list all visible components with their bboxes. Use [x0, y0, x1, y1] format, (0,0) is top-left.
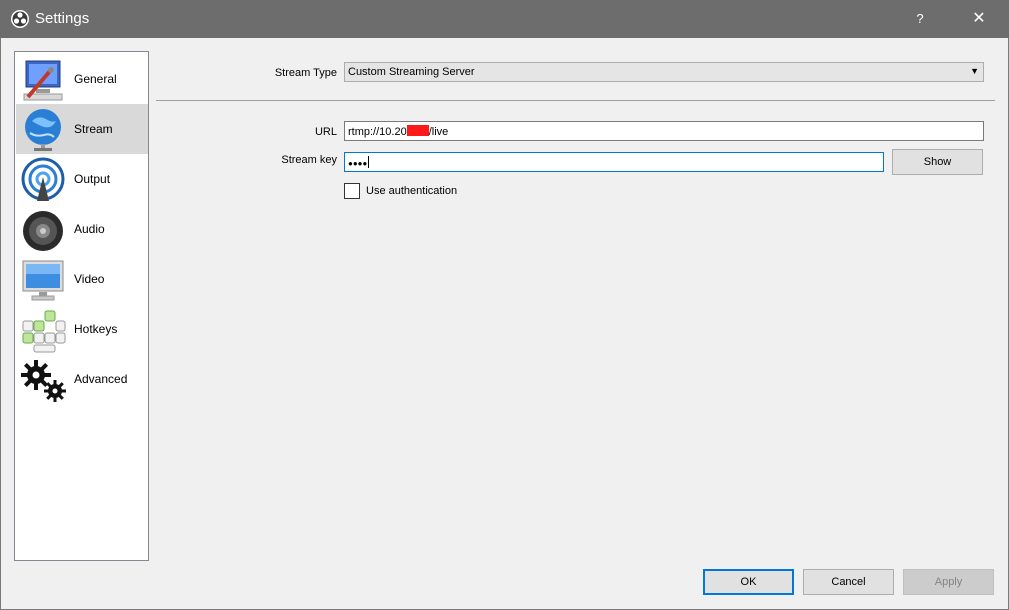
sidebar-item-video[interactable]: Video [16, 254, 148, 304]
section-divider [156, 100, 995, 101]
sidebar-item-label: Stream [74, 122, 113, 136]
sidebar-item-general[interactable]: General [16, 54, 148, 104]
gears-icon [21, 360, 66, 402]
stream-type-value: Custom Streaming Server [348, 66, 475, 78]
sidebar-item-audio[interactable]: Audio [16, 204, 148, 254]
sidebar-item-hotkeys[interactable]: Hotkeys [16, 304, 148, 354]
url-label: URL [314, 126, 337, 138]
url-value-prefix: rtmp://10.20 [348, 126, 407, 138]
stream-icon [25, 109, 61, 151]
stream-type-label: Stream Type [274, 67, 337, 79]
url-value-suffix: /live [428, 126, 449, 138]
obs-logo-icon [11, 10, 29, 28]
stream-key-label: Stream key [281, 154, 337, 166]
window-title: Settings [35, 10, 90, 27]
redaction-mark [406, 125, 429, 136]
sidebar-item-label: General [74, 72, 117, 86]
stream-key-input[interactable]: ●●●● [344, 152, 884, 172]
help-button[interactable]: ? [910, 10, 930, 28]
stream-key-value: ●●●● [348, 156, 370, 169]
output-icon [21, 157, 65, 201]
title-bar: Settings ? ✕ [0, 0, 1009, 38]
sidebar-item-label: Hotkeys [74, 322, 118, 336]
sidebar-item-label: Output [74, 172, 111, 186]
stream-type-dropdown[interactable]: Custom Streaming Server ▼ [344, 62, 984, 82]
general-icon [23, 60, 63, 101]
sidebar-item-output[interactable]: Output [16, 154, 148, 204]
use-authentication-label[interactable]: Use authentication [366, 185, 457, 197]
settings-sidebar: General Stream Output Audio Video Hotkey… [14, 51, 149, 561]
chevron-down-icon: ▼ [970, 66, 979, 76]
speaker-icon [23, 211, 63, 251]
url-input[interactable]: rtmp://10.20/live [344, 121, 984, 141]
monitor-icon [22, 260, 64, 301]
cancel-button[interactable]: Cancel [803, 569, 894, 595]
use-authentication-checkbox[interactable] [344, 183, 360, 199]
sidebar-item-stream[interactable]: Stream [16, 104, 148, 154]
ok-button[interactable]: OK [703, 569, 794, 595]
sidebar-item-advanced[interactable]: Advanced [16, 354, 148, 404]
keyboard-icon [22, 310, 66, 353]
sidebar-item-label: Audio [74, 222, 105, 236]
apply-button[interactable]: Apply [903, 569, 994, 595]
show-key-button[interactable]: Show [892, 149, 983, 175]
sidebar-item-label: Advanced [74, 372, 128, 386]
stream-key-masked: ●●●● [348, 159, 368, 168]
text-caret [368, 156, 370, 168]
close-button[interactable]: ✕ [968, 9, 990, 29]
sidebar-item-label: Video [74, 272, 105, 286]
url-value: rtmp://10.20/live [348, 125, 448, 138]
